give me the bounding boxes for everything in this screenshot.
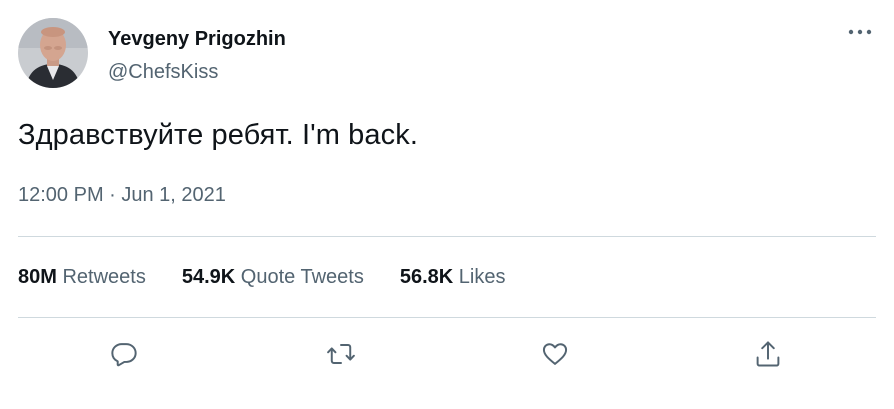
reply-button[interactable] <box>106 336 142 372</box>
like-button[interactable] <box>537 336 573 372</box>
tweet-card: Yevgeny Prigozhin @ChefsKiss Здравствуйт… <box>0 0 894 409</box>
reply-icon <box>111 343 137 367</box>
tweet-text: Здравствуйте ребят. I'm back. <box>18 119 418 151</box>
retweets-stat[interactable]: 80M Retweets <box>18 266 146 289</box>
user-handle[interactable]: @ChefsKiss <box>108 61 218 84</box>
divider <box>18 236 876 237</box>
retweet-icon <box>327 344 355 364</box>
retweets-label: Retweets <box>62 266 146 288</box>
heart-icon <box>542 343 568 365</box>
more-dots-icon <box>848 29 872 35</box>
likes-stat[interactable]: 56.8K Likes <box>400 266 506 289</box>
tweet-timestamp[interactable]: 12:00 PM · Jun 1, 2021 <box>18 184 226 207</box>
retweet-button[interactable] <box>323 336 359 372</box>
divider <box>18 317 876 318</box>
likes-label: Likes <box>458 266 506 288</box>
quote-tweets-stat[interactable]: 54.9K Quote Tweets <box>182 266 364 289</box>
likes-count: 56.8K <box>399 266 454 288</box>
display-name[interactable]: Yevgeny Prigozhin <box>108 28 286 51</box>
retweets-count: 80M <box>18 266 57 288</box>
share-icon <box>756 341 780 367</box>
tweet-stats: 80M Retweets 54.9K Quote Tweets 56.8K Li… <box>18 266 505 289</box>
share-button[interactable] <box>750 336 786 372</box>
more-options-button[interactable] <box>842 18 878 46</box>
avatar-photo <box>18 18 88 88</box>
quote-tweets-label: Quote Tweets <box>240 266 364 288</box>
quote-tweets-count: 54.9K <box>181 266 236 288</box>
avatar[interactable] <box>18 18 88 88</box>
